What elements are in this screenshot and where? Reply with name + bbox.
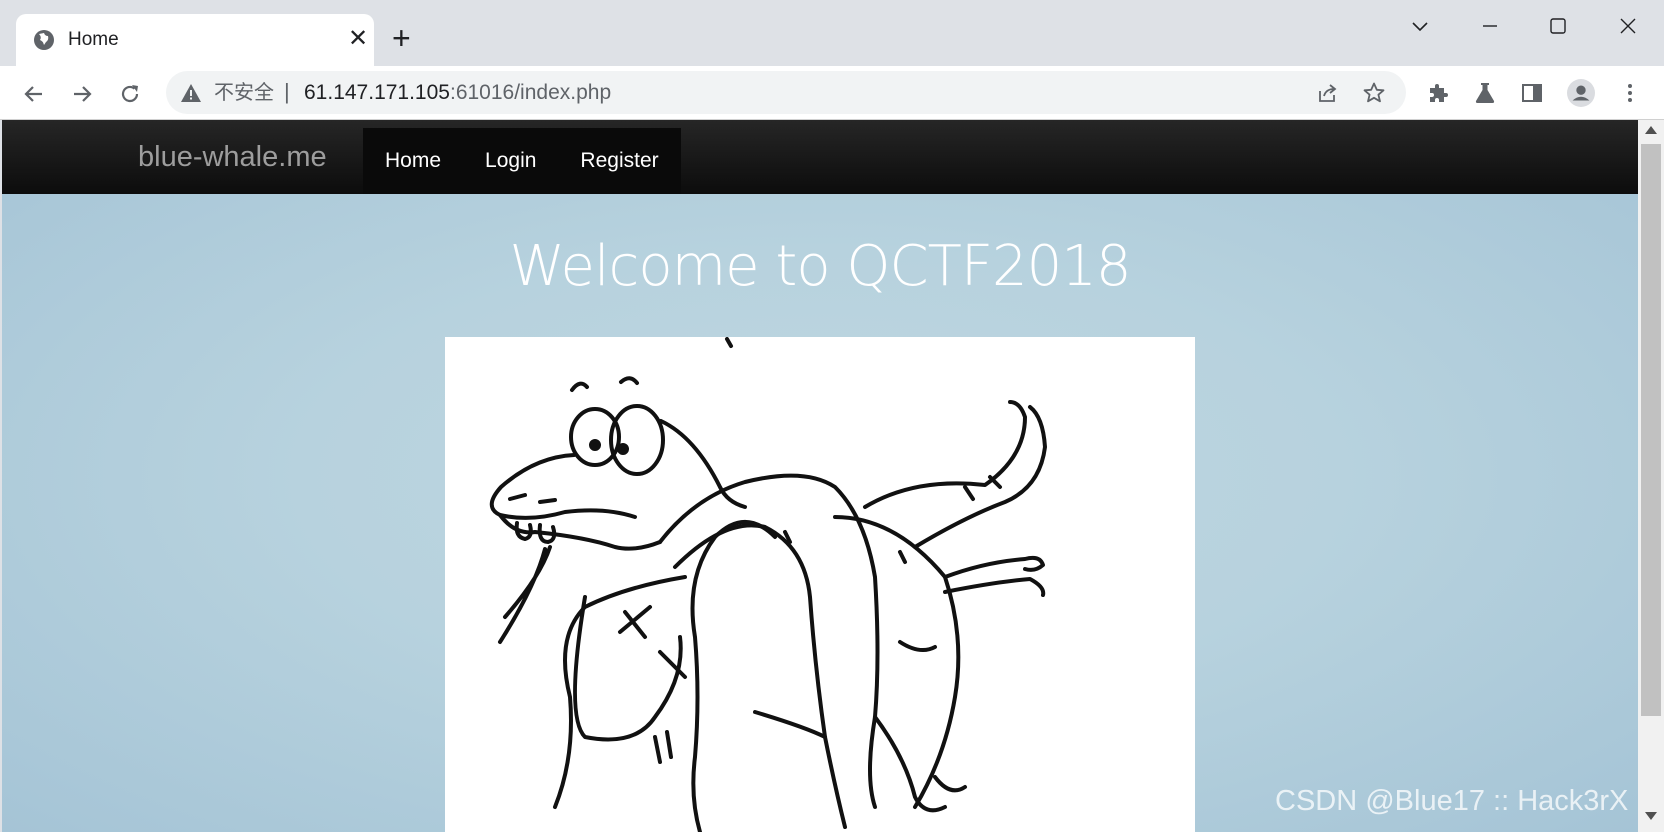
share-icon[interactable] (1316, 81, 1340, 105)
globe-icon (34, 30, 54, 50)
close-icon[interactable]: ✕ (348, 26, 368, 52)
side-panel-icon[interactable] (1518, 79, 1546, 107)
window-close-icon[interactable] (1606, 8, 1650, 44)
maximize-icon[interactable] (1536, 8, 1580, 44)
minimize-icon[interactable] (1468, 8, 1512, 44)
nav-links: Home Login Register (363, 128, 681, 194)
site-navbar: blue-whale.me Home Login Register (2, 120, 1638, 194)
forward-arrow-icon[interactable] (66, 78, 98, 110)
url-text[interactable]: 61.147.171.105:61016/index.php (304, 81, 611, 105)
kebab-menu-icon[interactable] (1616, 79, 1644, 107)
nav-home[interactable]: Home (363, 128, 464, 194)
flask-icon[interactable] (1471, 79, 1499, 107)
scroll-thumb[interactable] (1641, 144, 1661, 716)
back-arrow-icon[interactable] (18, 78, 50, 110)
address-bar[interactable]: 不安全 | 61.147.171.105:61016/index.php (166, 71, 1406, 114)
page-heading: Welcome to QCTF2018 (509, 234, 1131, 299)
nav-register[interactable]: Register (558, 128, 681, 194)
title-bar: Home ✕ + (0, 0, 1664, 66)
scroll-up-arrow-icon[interactable] (1645, 126, 1657, 134)
snake-drawing-image (445, 337, 1195, 832)
scrollbar[interactable] (1638, 120, 1664, 832)
browser-toolbar: 不安全 | 61.147.171.105:61016/index.php (0, 66, 1664, 120)
security-label[interactable]: 不安全 (214, 82, 274, 104)
separator: | (284, 79, 290, 104)
star-icon[interactable] (1362, 81, 1386, 105)
profile-icon[interactable] (1567, 79, 1595, 107)
tab-title: Home (68, 29, 119, 50)
warning-icon[interactable] (180, 82, 202, 104)
watermark: CSDN @Blue17 :: Hack3rX (1275, 785, 1629, 817)
scroll-down-arrow-icon[interactable] (1645, 812, 1657, 820)
reload-icon[interactable] (114, 78, 146, 110)
chevron-down-icon[interactable] (1398, 8, 1442, 44)
nav-login[interactable]: Login (463, 128, 559, 194)
site-brand[interactable]: blue-whale.me (138, 140, 327, 174)
puzzle-icon[interactable] (1424, 79, 1452, 107)
page-viewport: blue-whale.me Home Login Register Welcom… (2, 120, 1638, 832)
plus-icon[interactable]: + (392, 22, 411, 54)
browser-tab[interactable]: Home ✕ (16, 14, 374, 66)
